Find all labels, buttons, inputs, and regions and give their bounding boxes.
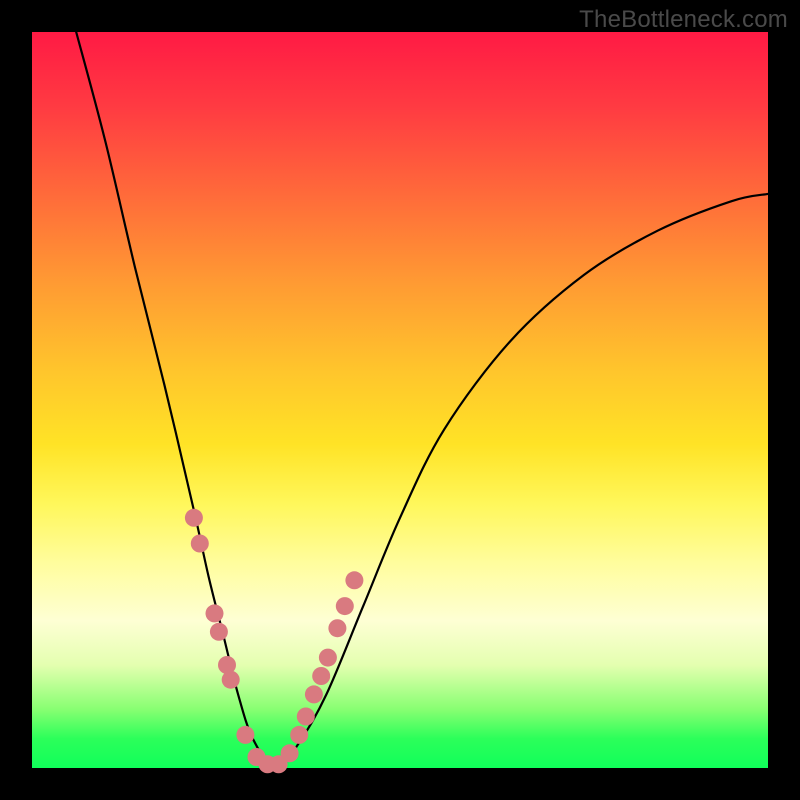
- highlight-dot: [305, 685, 323, 703]
- watermark-text: TheBottleneck.com: [579, 6, 788, 34]
- outer-frame: TheBottleneck.com: [0, 0, 800, 800]
- highlight-markers: [185, 509, 364, 774]
- highlight-dot: [191, 535, 209, 553]
- highlight-dot: [328, 619, 346, 637]
- highlight-dot: [290, 726, 308, 744]
- highlight-dot: [210, 623, 228, 641]
- bottleneck-curve: [76, 32, 768, 768]
- plot-area: [32, 32, 768, 768]
- highlight-dot: [236, 726, 254, 744]
- highlight-dot: [345, 571, 363, 589]
- highlight-dot: [222, 671, 240, 689]
- highlight-dot: [297, 708, 315, 726]
- chart-svg: [32, 32, 768, 768]
- highlight-dot: [206, 604, 224, 622]
- highlight-dot: [185, 509, 203, 527]
- highlight-dot: [312, 667, 330, 685]
- highlight-dot: [336, 597, 354, 615]
- highlight-dot: [319, 649, 337, 667]
- highlight-dot: [281, 744, 299, 762]
